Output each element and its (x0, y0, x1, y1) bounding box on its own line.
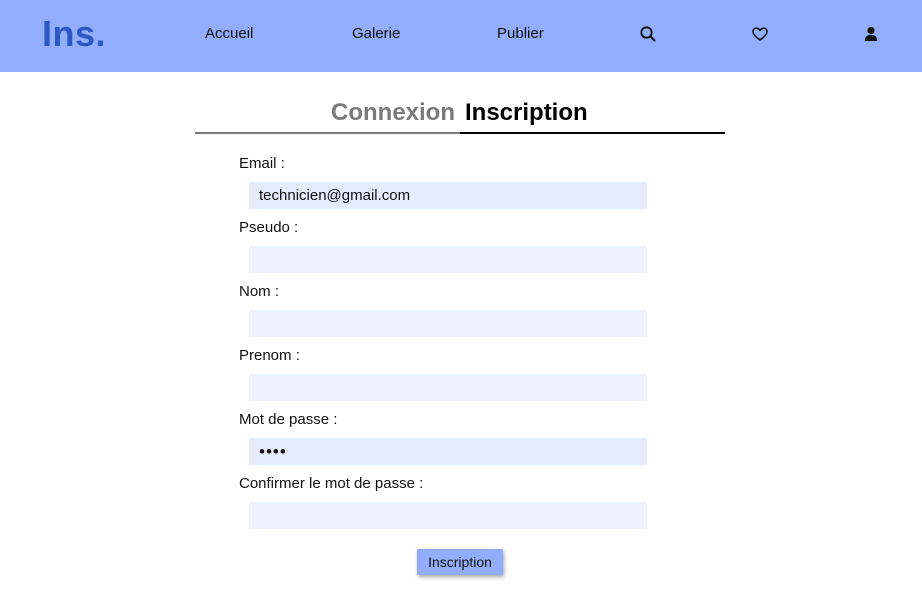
auth-tabs: Connexion Inscription (195, 96, 725, 134)
user-icon[interactable] (861, 24, 881, 44)
pseudo-field[interactable] (249, 246, 647, 273)
tab-inscription[interactable]: Inscription (465, 96, 588, 130)
password-field[interactable] (249, 438, 647, 465)
pseudo-label: Pseudo : (239, 219, 299, 236)
email-field[interactable] (249, 182, 647, 209)
heart-icon[interactable] (750, 24, 770, 44)
confirm-password-label: Confirmer le mot de passe : (239, 475, 424, 492)
inscription-submit-button[interactable]: Inscription (417, 549, 503, 575)
prenom-field[interactable] (249, 374, 647, 401)
email-label: Email : (239, 155, 285, 172)
tab-connexion[interactable]: Connexion (331, 96, 455, 130)
prenom-label: Prenom : (239, 347, 300, 364)
nom-field[interactable] (249, 310, 647, 337)
tab-underline-inactive (195, 132, 460, 134)
nav-link-publier[interactable]: Publier (497, 25, 544, 43)
site-logo[interactable]: Ins. (42, 14, 106, 54)
search-icon[interactable] (638, 24, 658, 44)
password-label: Mot de passe : (239, 411, 338, 428)
tab-underline-active (460, 132, 725, 134)
nav-link-accueil[interactable]: Accueil (205, 25, 253, 43)
confirm-password-field[interactable] (249, 502, 647, 529)
top-navbar: Ins. Accueil Galerie Publier (0, 0, 922, 72)
nom-label: Nom : (239, 283, 280, 300)
nav-link-galerie[interactable]: Galerie (352, 25, 400, 43)
